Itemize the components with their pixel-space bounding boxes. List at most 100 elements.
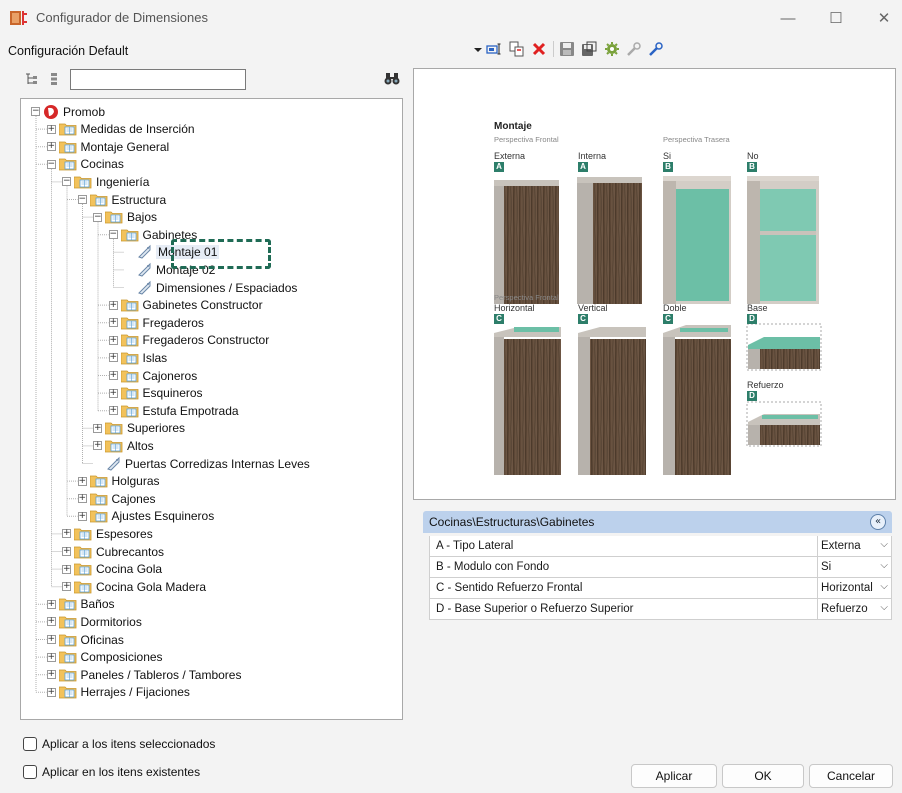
property-value-dropdown[interactable]: Si ⌵ <box>818 557 891 577</box>
expand-icon[interactable]: + <box>77 476 87 486</box>
expand-icon[interactable]: + <box>46 617 56 627</box>
tree-node[interactable]: + Fregaderos <box>108 314 204 331</box>
binoculars-icon[interactable] <box>384 72 400 86</box>
tree-node[interactable]: + Cubrecantos <box>62 543 164 560</box>
save-icon[interactable] <box>559 41 575 57</box>
save-as-icon[interactable] <box>581 41 597 57</box>
maximize-button[interactable]: ☐ <box>814 6 858 30</box>
tree-node[interactable]: + Cajones <box>77 490 156 507</box>
apply-button[interactable]: Aplicar <box>631 764 717 788</box>
collapse-icon[interactable]: − <box>77 195 87 204</box>
expand-icon[interactable]: + <box>77 494 87 504</box>
tree-node[interactable]: − Ingeniería <box>62 173 149 190</box>
tree-node[interactable]: + Holguras <box>77 473 160 490</box>
link-icon[interactable] <box>626 41 642 57</box>
apply-existing-checkbox[interactable] <box>23 765 37 779</box>
tree-node[interactable]: + Paneles / Tableros / Tambores <box>46 666 241 683</box>
delete-icon[interactable] <box>531 41 547 57</box>
property-row[interactable]: C - Sentido Refuerzo Frontal Horizontal ⌵ <box>429 578 892 599</box>
expand-icon[interactable]: + <box>108 335 118 345</box>
collapse-icon[interactable]: − <box>108 230 118 240</box>
tree-node[interactable]: + Fregaderos Constructor <box>108 332 269 349</box>
tree-node[interactable]: + Ajustes Esquineros <box>77 508 214 525</box>
expand-icon[interactable]: + <box>46 652 56 662</box>
tree-node[interactable]: + Montaje General <box>46 138 169 155</box>
expand-icon[interactable]: + <box>93 423 102 433</box>
expand-icon[interactable]: + <box>46 142 56 152</box>
expand-icon[interactable]: + <box>46 599 56 609</box>
property-value-dropdown[interactable]: Externa ⌵ <box>818 536 891 556</box>
expand-icon[interactable]: + <box>46 635 56 644</box>
expand-icon[interactable]: + <box>108 353 118 363</box>
tree-node[interactable]: Dimensiones / Espaciados <box>124 279 297 296</box>
tree-node[interactable]: + Baños <box>46 596 115 613</box>
expand-all-icon[interactable] <box>47 72 61 86</box>
tree-node[interactable]: − Promob <box>31 103 105 120</box>
expand-icon[interactable]: + <box>93 441 102 451</box>
tree-node[interactable]: + Altos <box>93 437 154 454</box>
tree-node[interactable]: − Bajos <box>93 209 157 226</box>
expand-icon[interactable]: + <box>77 511 87 521</box>
chevron-down-icon[interactable]: ⌵ <box>878 560 888 571</box>
chevron-down-icon[interactable]: ⌵ <box>878 602 888 613</box>
collapse-icon[interactable]: « <box>870 514 886 530</box>
tree-node[interactable]: + Superiores <box>93 420 185 437</box>
collapse-icon[interactable]: − <box>62 177 71 187</box>
ok-button[interactable]: OK <box>722 764 804 788</box>
preview-front-caption-2: Perspectiva Frontal <box>494 293 559 302</box>
tree-node[interactable]: + Cajoneros <box>108 367 197 384</box>
collapse-icon[interactable]: − <box>31 107 40 116</box>
rename-icon[interactable] <box>486 41 502 57</box>
chevron-down-icon[interactable]: ⌵ <box>878 581 888 592</box>
collapse-icon[interactable]: − <box>93 212 102 222</box>
tree-node[interactable]: − Estructura <box>77 191 166 208</box>
cabinet-doble <box>663 325 731 475</box>
tree-node[interactable]: + Espesores <box>62 525 153 542</box>
expand-icon[interactable]: + <box>108 300 118 310</box>
apply-selected-checkbox[interactable] <box>23 737 37 751</box>
tree-view[interactable]: − Promob + Medidas de Inserción + Montaje Gen… <box>20 98 403 720</box>
tree-node[interactable]: + Composiciones <box>46 649 163 666</box>
expand-icon[interactable]: + <box>108 318 118 328</box>
tree-node[interactable]: + Oficinas <box>46 631 124 648</box>
expand-icon[interactable]: + <box>46 124 56 134</box>
minimize-button[interactable]: — <box>766 6 810 30</box>
unlink-icon[interactable] <box>648 41 664 57</box>
property-row[interactable]: A - Tipo Lateral Externa ⌵ <box>429 536 892 557</box>
cancel-button[interactable]: Cancelar <box>809 764 893 788</box>
property-row[interactable]: D - Base Superior o Refuerzo Superior Ref… <box>429 599 892 620</box>
property-value-dropdown[interactable]: Horizontal ⌵ <box>818 578 891 598</box>
tree-node[interactable]: + Medidas de Inserción <box>46 121 195 138</box>
tree-node[interactable]: + Cocina Gola <box>62 561 162 578</box>
chevron-down-icon[interactable]: ⌵ <box>878 539 888 550</box>
dropdown-arrow-icon[interactable] <box>470 41 486 57</box>
property-category-header[interactable]: Cocinas\Estructuras\Gabinetes « <box>423 511 892 533</box>
tree-node[interactable]: − Cocinas <box>46 156 124 173</box>
expand-icon[interactable]: + <box>46 670 56 680</box>
expand-icon[interactable]: + <box>62 547 71 556</box>
settings-icon[interactable] <box>604 41 620 57</box>
tree-node[interactable]: Puertas Corredizas Internas Leves <box>93 455 310 472</box>
search-input[interactable] <box>70 69 246 90</box>
collapse-all-icon[interactable] <box>24 72 38 86</box>
tree-node[interactable]: + Estufa Empotrada <box>108 402 239 419</box>
expand-icon[interactable]: + <box>108 371 118 380</box>
expand-icon[interactable]: + <box>62 564 71 574</box>
expand-icon[interactable]: + <box>108 406 118 416</box>
expand-icon[interactable]: + <box>62 582 71 592</box>
collapse-icon[interactable]: − <box>46 159 56 169</box>
tree-node[interactable]: + Gabinetes Constructor <box>108 297 263 314</box>
expand-icon[interactable]: + <box>46 687 56 697</box>
property-value-dropdown[interactable]: Refuerzo ⌵ <box>818 599 891 619</box>
expand-icon[interactable]: + <box>108 388 118 398</box>
tree-node[interactable]: + Islas <box>108 349 167 366</box>
tree-node-label: Cocinas <box>80 157 124 172</box>
tree-node[interactable]: + Esquineros <box>108 385 203 402</box>
expand-icon[interactable]: + <box>62 529 71 539</box>
copy-icon[interactable] <box>509 41 525 57</box>
tree-node[interactable]: + Herrajes / Fijaciones <box>46 684 190 701</box>
tree-node[interactable]: + Dormitorios <box>46 613 142 630</box>
tree-node[interactable]: + Cocina Gola Madera <box>62 578 206 595</box>
close-button[interactable]: ✕ <box>862 6 902 30</box>
property-row[interactable]: B - Modulo con Fondo Si ⌵ <box>429 557 892 578</box>
